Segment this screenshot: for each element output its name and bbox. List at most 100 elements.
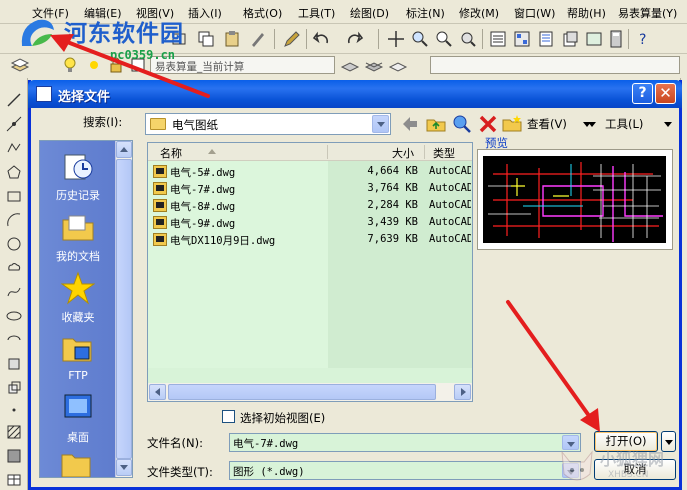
layer-combo[interactable]: 易表算量_当前计算 bbox=[150, 56, 335, 74]
match-properties-icon[interactable] bbox=[248, 29, 268, 49]
make-block-icon[interactable] bbox=[6, 380, 22, 396]
look-in-combo[interactable]: 电气图纸 bbox=[145, 113, 391, 135]
zoom-window-icon[interactable] bbox=[434, 29, 454, 49]
help-icon[interactable]: ? bbox=[634, 29, 654, 49]
filetype-select[interactable]: 图形 (*.dwg) bbox=[229, 461, 581, 480]
buzzsaw-icon[interactable] bbox=[60, 449, 94, 477]
menu-modify[interactable]: 修改(M) bbox=[459, 5, 499, 21]
file-row[interactable]: 电气-8#.dwg 2,284 KB AutoCAD bbox=[148, 197, 472, 214]
menu-quantity[interactable]: 易表算量(Y) bbox=[618, 5, 677, 21]
table-icon[interactable] bbox=[6, 472, 22, 488]
lightbulb-icon[interactable] bbox=[60, 55, 80, 75]
tools-menu-button[interactable]: 工具(L) bbox=[605, 116, 643, 132]
search-web-icon[interactable] bbox=[451, 113, 473, 135]
zoom-previous-icon[interactable] bbox=[458, 29, 478, 49]
view-menu-button[interactable]: 查看(V) bbox=[527, 116, 567, 132]
place-history-label: 历史记录 bbox=[56, 189, 100, 202]
file-row[interactable]: 电气-9#.dwg 3,439 KB AutoCAD bbox=[148, 214, 472, 231]
place-history[interactable]: 历史记录 bbox=[40, 149, 116, 203]
rectangle-icon[interactable] bbox=[6, 188, 22, 204]
initial-view-label[interactable]: 选择初始视图(E) bbox=[240, 410, 325, 426]
more-dropdown-icon[interactable] bbox=[664, 122, 672, 127]
column-name[interactable]: 名称 bbox=[160, 145, 182, 161]
zoom-realtime-icon[interactable] bbox=[410, 29, 430, 49]
polyline-icon[interactable] bbox=[6, 140, 22, 156]
properties-combo[interactable] bbox=[430, 56, 680, 74]
chevron-down-icon[interactable] bbox=[372, 115, 389, 133]
places-scrollbar[interactable] bbox=[115, 141, 132, 477]
new-folder-icon[interactable] bbox=[501, 113, 523, 135]
place-my-documents[interactable]: 我的文档 bbox=[40, 210, 116, 264]
menu-dimension[interactable]: 标注(N) bbox=[406, 5, 445, 21]
svg-text:?: ? bbox=[639, 32, 646, 48]
undo-icon[interactable] bbox=[312, 29, 332, 49]
up-folder-icon[interactable] bbox=[425, 113, 447, 135]
file-row[interactable]: 电气DX110月9日.dwg 7,639 KB AutoCAD bbox=[148, 231, 472, 248]
revision-cloud-icon[interactable] bbox=[6, 260, 22, 276]
arc-icon[interactable] bbox=[6, 212, 22, 228]
back-icon[interactable] bbox=[399, 113, 421, 135]
properties-icon[interactable] bbox=[488, 29, 508, 49]
ellipse-arc-icon[interactable] bbox=[6, 332, 22, 348]
initial-view-checkbox[interactable] bbox=[222, 410, 235, 423]
line-tool-icon[interactable] bbox=[6, 92, 22, 108]
menu-draw[interactable]: 绘图(D) bbox=[350, 5, 389, 21]
menu-format[interactable]: 格式(O) bbox=[243, 5, 282, 21]
gradient-icon[interactable] bbox=[6, 448, 22, 464]
design-center-icon[interactable] bbox=[512, 29, 532, 49]
spline-icon[interactable] bbox=[6, 284, 22, 300]
file-row[interactable]: 电气-5#.dwg 4,664 KB AutoCAD bbox=[148, 163, 472, 180]
help-button[interactable]: ? bbox=[632, 83, 653, 104]
place-ftp[interactable]: FTP bbox=[40, 331, 116, 382]
file-size: 3,439 KB bbox=[367, 216, 418, 228]
sheet-set-icon[interactable] bbox=[560, 29, 580, 49]
column-type[interactable]: 类型 bbox=[433, 145, 455, 161]
file-name: 电气-7#.dwg bbox=[170, 184, 236, 196]
redo-icon[interactable] bbox=[344, 29, 364, 49]
layer-previous-icon[interactable] bbox=[364, 55, 384, 75]
filename-input[interactable]: 电气-7#.dwg bbox=[229, 433, 581, 452]
places-scroll-thumb[interactable] bbox=[116, 159, 132, 459]
layer-states-icon[interactable] bbox=[388, 55, 408, 75]
delete-icon[interactable] bbox=[477, 113, 499, 135]
markup-icon[interactable] bbox=[584, 29, 604, 49]
make-current-icon[interactable] bbox=[340, 55, 360, 75]
hscroll-thumb[interactable] bbox=[168, 384, 436, 400]
place-desktop[interactable]: 桌面 bbox=[40, 391, 116, 445]
scroll-right-icon[interactable] bbox=[454, 384, 471, 400]
calculator-icon[interactable] bbox=[606, 29, 626, 49]
close-button[interactable]: ✕ bbox=[655, 83, 676, 104]
menu-window[interactable]: 窗口(W) bbox=[514, 5, 555, 21]
drawing-preview-thumbnail bbox=[483, 156, 666, 243]
polygon-icon[interactable] bbox=[6, 164, 22, 180]
dwg-file-icon bbox=[153, 233, 167, 246]
point-icon[interactable] bbox=[6, 402, 22, 418]
file-list[interactable]: 名称 大小 类型 电气-5#.dwg 4,664 KB AutoCAD 电气-7… bbox=[147, 142, 473, 402]
construction-line-icon[interactable] bbox=[6, 116, 22, 132]
circle-icon[interactable] bbox=[6, 236, 22, 252]
filetype-value: 图形 (*.dwg) bbox=[233, 466, 305, 478]
corner-watermark: 小狐狸网 XHBS.CN bbox=[548, 440, 687, 490]
ellipse-icon[interactable] bbox=[6, 308, 22, 324]
scroll-left-icon[interactable] bbox=[149, 384, 166, 400]
pan-icon[interactable] bbox=[386, 29, 406, 49]
menu-tools[interactable]: 工具(T) bbox=[298, 5, 335, 21]
file-list-hscrollbar[interactable] bbox=[148, 383, 472, 401]
file-row[interactable]: 电气-7#.dwg 3,764 KB AutoCAD bbox=[148, 180, 472, 197]
tools-dropdown-icon[interactable] bbox=[588, 122, 596, 127]
column-size[interactable]: 大小 bbox=[392, 145, 414, 161]
pencil-icon[interactable] bbox=[282, 29, 302, 49]
scroll-down-icon[interactable] bbox=[116, 459, 132, 476]
layer-manager-icon[interactable] bbox=[10, 55, 30, 75]
sun-freeze-icon[interactable] bbox=[84, 55, 104, 75]
menu-help[interactable]: 帮助(H) bbox=[567, 5, 606, 21]
tool-palettes-icon[interactable] bbox=[536, 29, 556, 49]
scroll-up-icon[interactable] bbox=[116, 141, 132, 158]
draw-toolbar bbox=[0, 78, 28, 490]
insert-block-icon[interactable] bbox=[6, 356, 22, 372]
hatch-icon[interactable] bbox=[6, 424, 22, 440]
dialog-titlebar[interactable]: 选择文件 ? ✕ bbox=[28, 80, 682, 108]
place-favorites[interactable]: 收藏夹 bbox=[40, 271, 116, 325]
folder-icon bbox=[150, 118, 166, 130]
dwg-file-icon bbox=[153, 165, 167, 178]
